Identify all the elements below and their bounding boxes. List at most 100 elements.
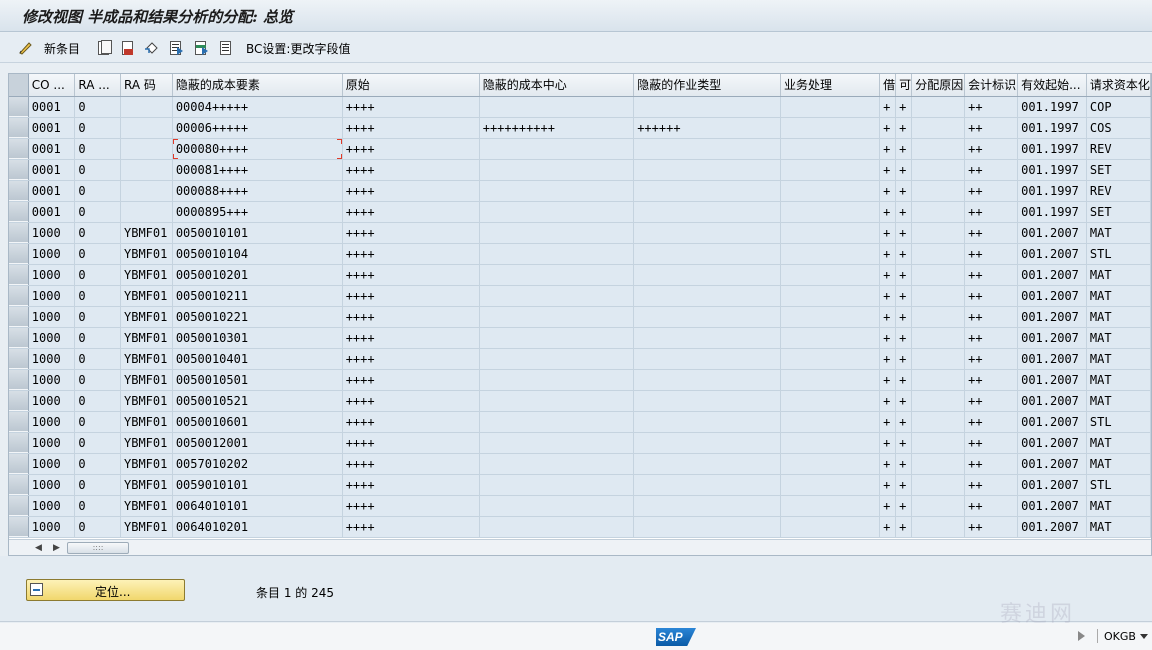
expand-status-icon[interactable]	[1078, 631, 1085, 641]
table-cell[interactable]: 00006+++++	[172, 117, 343, 139]
table-cell[interactable]: ++++	[342, 516, 480, 538]
table-cell[interactable]: +	[895, 201, 913, 223]
table-cell[interactable]	[780, 411, 881, 433]
table-cell[interactable]	[633, 495, 781, 517]
table-cell[interactable]: COS	[1086, 117, 1151, 139]
table-cell[interactable]	[780, 222, 881, 244]
table-cell[interactable]: YBMF01	[120, 453, 173, 475]
column-header[interactable]: 隐蔽的成本中心	[479, 74, 635, 97]
table-cell[interactable]	[479, 390, 635, 412]
row-selector[interactable]	[9, 201, 29, 223]
table-cell[interactable]: STL	[1086, 411, 1151, 433]
column-header[interactable]: 可	[895, 74, 913, 97]
table-cell[interactable]: 0	[74, 264, 121, 286]
table-cell[interactable]: ++++	[342, 117, 480, 139]
table-cell[interactable]: 0057010202	[172, 453, 343, 475]
table-cell[interactable]: ++	[964, 453, 1019, 475]
table-cell[interactable]: ++++	[342, 222, 480, 244]
row-selector[interactable]	[9, 159, 29, 181]
table-cell[interactable]: +	[895, 306, 913, 328]
table-cell[interactable]	[479, 138, 635, 160]
row-selector[interactable]	[9, 306, 29, 328]
table-cell[interactable]	[479, 243, 635, 265]
table-cell[interactable]: 001.2007	[1017, 243, 1087, 265]
scroll-left-icon[interactable]: ◀	[35, 543, 42, 553]
delete-button[interactable]	[120, 39, 136, 57]
select-all-rows-cell[interactable]	[9, 74, 29, 97]
table-cell[interactable]: YBMF01	[120, 222, 173, 244]
select-block-button[interactable]	[193, 39, 209, 57]
table-cell[interactable]: ++++	[342, 432, 480, 454]
table-cell[interactable]: REV	[1086, 180, 1151, 202]
table-cell[interactable]: 0	[74, 474, 121, 496]
table-cell[interactable]: 1000	[28, 390, 76, 412]
table-cell[interactable]: 0	[74, 243, 121, 265]
table-cell[interactable]	[633, 201, 781, 223]
column-header[interactable]: CO ...	[28, 74, 76, 97]
table-cell[interactable]	[633, 390, 781, 412]
table-cell[interactable]: 0	[74, 390, 121, 412]
table-cell[interactable]: +	[895, 348, 913, 370]
table-cell[interactable]	[780, 474, 881, 496]
table-cell[interactable]: ++++	[342, 180, 480, 202]
table-cell[interactable]	[780, 117, 881, 139]
table-cell[interactable]: +	[879, 411, 897, 433]
table-cell[interactable]: 0050012001	[172, 432, 343, 454]
row-selector[interactable]	[9, 516, 29, 538]
table-cell[interactable]: +	[879, 117, 897, 139]
table-cell[interactable]	[911, 138, 966, 160]
table-cell[interactable]: 1000	[28, 348, 76, 370]
table-cell[interactable]: 0	[74, 285, 121, 307]
table-cell[interactable]	[633, 411, 781, 433]
column-header[interactable]: 请求资本化	[1086, 74, 1151, 97]
table-cell[interactable]: ++	[964, 180, 1019, 202]
table-cell[interactable]: +	[879, 222, 897, 244]
table-cell[interactable]	[780, 201, 881, 223]
table-cell[interactable]: 0	[74, 495, 121, 517]
table-cell[interactable]: +	[895, 495, 913, 517]
focused-cell[interactable]: 000080++++	[172, 138, 343, 160]
table-cell[interactable]	[911, 495, 966, 517]
table-cell[interactable]: 00004+++++	[172, 96, 343, 118]
table-cell[interactable]: 001.2007	[1017, 495, 1087, 517]
table-cell[interactable]: +	[879, 432, 897, 454]
table-cell[interactable]	[911, 243, 966, 265]
table-cell[interactable]: ++++	[342, 369, 480, 391]
table-cell[interactable]: 1000	[28, 495, 76, 517]
new-entries-button[interactable]: 新条目	[18, 39, 80, 57]
table-cell[interactable]	[633, 474, 781, 496]
table-cell[interactable]: +	[879, 453, 897, 475]
table-cell[interactable]: 0064010201	[172, 516, 343, 538]
table-cell[interactable]: ++++	[342, 138, 480, 160]
row-selector[interactable]	[9, 453, 29, 475]
row-selector[interactable]	[9, 243, 29, 265]
table-cell[interactable]: 1000	[28, 411, 76, 433]
table-cell[interactable]: 0050010601	[172, 411, 343, 433]
table-cell[interactable]	[479, 411, 635, 433]
table-cell[interactable]	[633, 516, 781, 538]
table-cell[interactable]	[120, 138, 173, 160]
column-header[interactable]: RA 码	[120, 74, 173, 97]
table-cell[interactable]: 0001	[28, 117, 76, 139]
table-cell[interactable]	[780, 327, 881, 349]
table-cell[interactable]	[780, 243, 881, 265]
column-header[interactable]: 借	[879, 74, 897, 97]
table-cell[interactable]: 001.2007	[1017, 306, 1087, 328]
table-cell[interactable]: +	[895, 285, 913, 307]
table-cell[interactable]	[479, 201, 635, 223]
table-cell[interactable]: ++	[964, 138, 1019, 160]
table-cell[interactable]: MAT	[1086, 327, 1151, 349]
table-cell[interactable]: 001.2007	[1017, 348, 1087, 370]
table-cell[interactable]: ++++	[342, 285, 480, 307]
row-selector[interactable]	[9, 369, 29, 391]
row-selector[interactable]	[9, 432, 29, 454]
table-cell[interactable]: +	[895, 222, 913, 244]
table-cell[interactable]: 0059010101	[172, 474, 343, 496]
column-header[interactable]: 隐蔽的成本要素	[172, 74, 343, 97]
table-cell[interactable]: +	[895, 159, 913, 181]
table-cell[interactable]: 001.2007	[1017, 516, 1087, 538]
column-header[interactable]: 隐蔽的作业类型	[633, 74, 781, 97]
table-cell[interactable]: ++	[964, 306, 1019, 328]
table-cell[interactable]: +	[879, 390, 897, 412]
table-cell[interactable]: ++++	[342, 390, 480, 412]
